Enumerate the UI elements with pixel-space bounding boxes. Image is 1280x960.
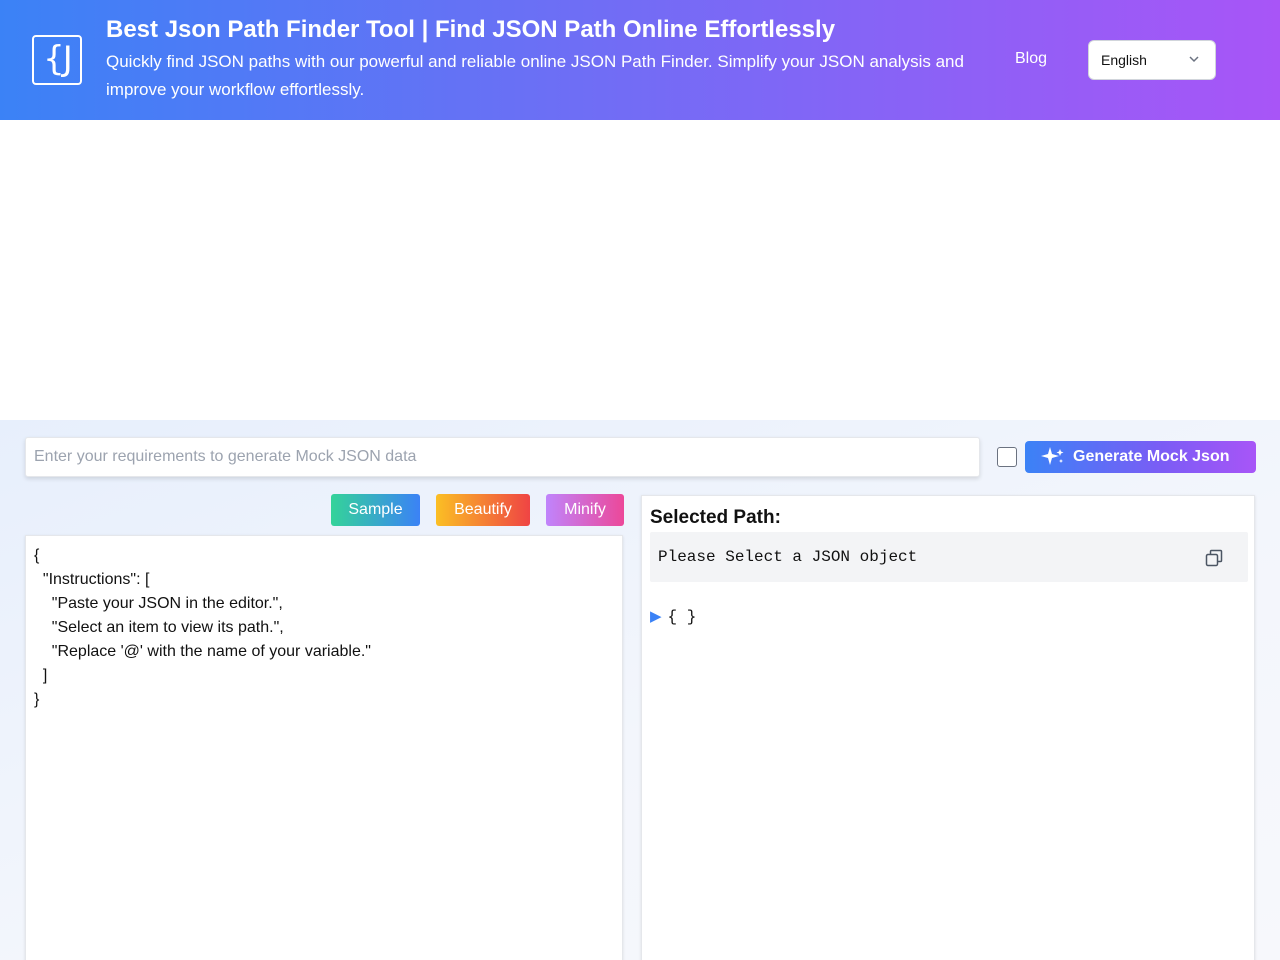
blog-link[interactable]: Blog	[1015, 50, 1047, 68]
editor-line: }	[34, 691, 40, 708]
logo-icon[interactable]: {J	[32, 35, 82, 85]
beautify-button[interactable]: Beautify	[436, 494, 530, 526]
minify-button[interactable]: Minify	[546, 494, 624, 526]
copy-icon[interactable]	[1204, 548, 1224, 568]
site-header: {J Best Json Path Finder Tool | Find JSO…	[0, 0, 1280, 120]
language-selected-label: English	[1101, 52, 1147, 68]
page-title: Best Json Path Finder Tool | Find JSON P…	[106, 16, 836, 43]
mock-option-checkbox[interactable]	[997, 447, 1017, 467]
sparkle-icon	[1041, 447, 1064, 465]
mock-requirements-input[interactable]	[25, 437, 980, 477]
editor-line: "Instructions": [	[34, 571, 150, 588]
sample-button[interactable]: Sample	[331, 494, 420, 526]
selected-path-value: Please Select a JSON object	[658, 548, 918, 566]
language-select[interactable]: English	[1088, 40, 1216, 80]
selected-path-heading: Selected Path:	[650, 507, 781, 528]
selected-path-box: Please Select a JSON object	[650, 532, 1248, 582]
json-tree-root[interactable]: ▶ { }	[650, 607, 696, 626]
editor-line: "Replace '@' with the name of your varia…	[34, 643, 371, 660]
editor-line: "Select an item to view its path.",	[34, 619, 284, 636]
chevron-down-icon	[1189, 56, 1199, 63]
editor-line: {	[34, 547, 40, 564]
generate-mock-json-label: Generate Mock Json	[1073, 448, 1230, 465]
json-tree-root-label: { }	[667, 608, 697, 626]
editor-line: "Paste your JSON in the editor.",	[34, 595, 283, 612]
ad-space	[0, 120, 1280, 420]
editor-line: ]	[34, 667, 48, 684]
selected-path-panel: Selected Path: Please Select a JSON obje…	[641, 495, 1255, 960]
json-editor[interactable]: { "Instructions": [ "Paste your JSON in …	[25, 535, 623, 960]
generate-mock-json-button[interactable]: Generate Mock Json	[1025, 441, 1256, 473]
expand-toggle-icon[interactable]: ▶	[650, 608, 662, 625]
page-subtitle: Quickly find JSON paths with our powerfu…	[106, 52, 964, 99]
